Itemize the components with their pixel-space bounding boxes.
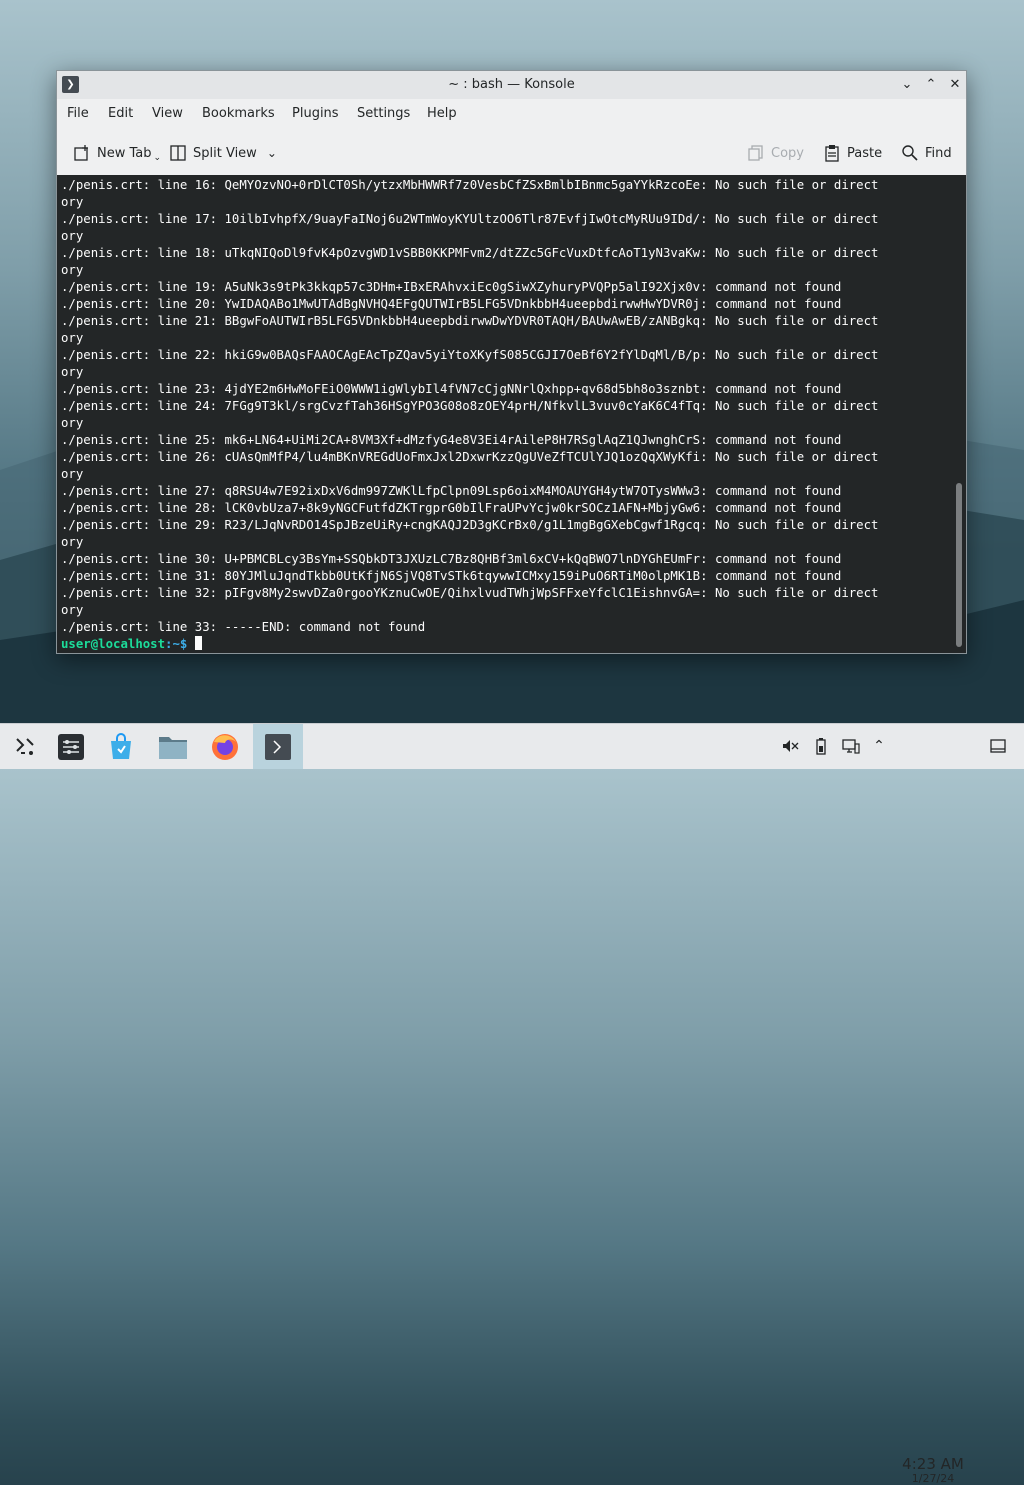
main-toolbar: New Tab ⌄ Split View ⌄ Copy Paste Find	[57, 135, 966, 171]
clock-time[interactable]: 4:23 AM	[898, 1455, 968, 1473]
menu-help[interactable]: Help	[427, 106, 457, 121]
terminal-view[interactable]: ./penis.crt: line 16: QeMYOzvNO+0rDlCT0S…	[57, 175, 966, 653]
terminal-line: ./penis.crt: line 18: uTkqNIQoDl9fvK4pOz…	[61, 246, 879, 260]
terminal-line: ory	[61, 535, 84, 549]
maximize-icon[interactable]: ⌃	[921, 75, 941, 95]
terminal-output: ./penis.crt: line 16: QeMYOzvNO+0rDlCT0S…	[61, 177, 878, 653]
prompt-user: user@localhost	[61, 637, 166, 651]
terminal-line: ./penis.crt: line 22: hkiG9w0BAQsFAAOCAg…	[61, 348, 879, 362]
terminal-line: ./penis.crt: line 33: -----END: command …	[61, 620, 426, 634]
terminal-line: ory	[61, 229, 84, 243]
find-button[interactable]: Find	[901, 141, 952, 165]
new-tab-button[interactable]: New Tab ⌄	[73, 141, 161, 165]
terminal-line: ./penis.crt: line 24: 7FGg9T3kl/srgCvzfT…	[61, 399, 879, 413]
terminal-line: ./penis.crt: line 27: q8RSU4w7E92ixDxV6d…	[61, 484, 842, 498]
find-label: Find	[925, 145, 952, 161]
menu-plugins[interactable]: Plugins	[292, 106, 339, 121]
split-view-button[interactable]: Split View ⌄	[169, 141, 277, 165]
terminal-line: ory	[61, 195, 84, 209]
text-cursor	[194, 636, 202, 650]
terminal-line: ./penis.crt: line 25: mk6+LN64+UiMi2CA+8…	[61, 433, 842, 447]
terminal-line: ./penis.crt: line 21: BBgwFoAUTWIrB5LFG5…	[61, 314, 879, 328]
terminal-line: ory	[61, 467, 84, 481]
application-launcher-icon[interactable]	[0, 724, 50, 769]
clock-date[interactable]: 1/27/24	[898, 1472, 968, 1485]
title-bar[interactable]: ❯ ~ : bash — Konsole ⌄ ⌃ ✕	[57, 71, 966, 99]
close-icon[interactable]: ✕	[945, 75, 965, 95]
file-manager-icon[interactable]	[148, 724, 198, 769]
terminal-line: ory	[61, 603, 84, 617]
copy-label: Copy	[771, 145, 804, 161]
terminal-line: ./penis.crt: line 23: 4jdYE2m6HwMoFEiO0W…	[61, 382, 842, 396]
menu-settings[interactable]: Settings	[357, 106, 410, 121]
search-icon	[902, 145, 918, 161]
terminal-line: ./penis.crt: line 26: cUAsQmMfP4/lu4mBKn…	[61, 450, 879, 464]
new-tab-label: New Tab	[97, 145, 152, 161]
show-desktop-icon[interactable]	[989, 737, 1007, 755]
menu-file[interactable]: File	[67, 106, 89, 121]
discover-store-icon[interactable]	[96, 724, 146, 769]
split-view-dropdown-icon[interactable]: ⌄	[267, 146, 277, 160]
menu-bar: File Edit View Bookmarks Plugins Setting…	[57, 102, 966, 128]
taskbar: ⌃ 4:23 AM 1/27/24	[0, 723, 1024, 1485]
firefox-icon[interactable]	[200, 724, 250, 769]
menu-view[interactable]: View	[152, 106, 183, 121]
terminal-scrollbar[interactable]	[956, 483, 962, 647]
terminal-line: ./penis.crt: line 30: U+PBMCBLcy3BsYm+SS…	[61, 552, 842, 566]
copy-button[interactable]: Copy	[747, 141, 804, 165]
paste-label: Paste	[847, 145, 883, 161]
battery-icon[interactable]	[812, 737, 830, 755]
terminal-line: ./penis.crt: line 28: lCK0vbUza7+8k9yNGC…	[61, 501, 842, 515]
terminal-line: ory	[61, 416, 84, 430]
network-icon[interactable]	[842, 737, 860, 755]
new-tab-icon	[74, 145, 88, 161]
new-tab-dropdown-icon[interactable]: ⌄	[154, 153, 162, 163]
paste-button[interactable]: Paste	[823, 141, 882, 165]
terminal-line: ory	[61, 331, 84, 345]
konsole-icon[interactable]	[253, 724, 303, 769]
menu-bookmarks[interactable]: Bookmarks	[202, 106, 275, 121]
terminal-line: ory	[61, 365, 84, 379]
terminal-line: ./penis.crt: line 29: R23/LJqNvRDO14SpJB…	[61, 518, 879, 532]
terminal-line: ./penis.crt: line 16: QeMYOzvNO+0rDlCT0S…	[61, 178, 879, 192]
menu-edit[interactable]: Edit	[108, 106, 133, 121]
terminal-line: ./penis.crt: line 32: pIFgv8My2swvDZa0rg…	[61, 586, 879, 600]
copy-icon	[748, 145, 763, 161]
tray-expand-icon[interactable]: ⌃	[870, 737, 888, 755]
konsole-window: ❯ ~ : bash — Konsole ⌄ ⌃ ✕ File Edit Vie…	[56, 70, 967, 654]
system-settings-icon[interactable]	[46, 724, 96, 769]
terminal-line: ./penis.crt: line 17: 10ilbIvhpfX/9uayFa…	[61, 212, 879, 226]
minimize-icon[interactable]: ⌄	[897, 75, 917, 95]
terminal-line: ./penis.crt: line 19: A5uNk3s9tPk3kkqp57…	[61, 280, 842, 294]
audio-muted-icon[interactable]	[781, 737, 799, 755]
window-title: ~ : bash — Konsole	[448, 77, 575, 92]
split-view-icon	[170, 145, 186, 161]
prompt-path: :~$	[165, 637, 195, 651]
terminal-line: ./penis.crt: line 31: 80YJMluJqndTkbb0Ut…	[61, 569, 842, 583]
split-view-label: Split View	[193, 145, 257, 161]
terminal-line: ory	[61, 263, 84, 277]
paste-icon	[825, 145, 839, 162]
terminal-lines: ./penis.crt: line 16: QeMYOzvNO+0rDlCT0S…	[61, 178, 878, 634]
terminal-line: ./penis.crt: line 20: YwIDAQABo1MwUTAdBg…	[61, 297, 842, 311]
